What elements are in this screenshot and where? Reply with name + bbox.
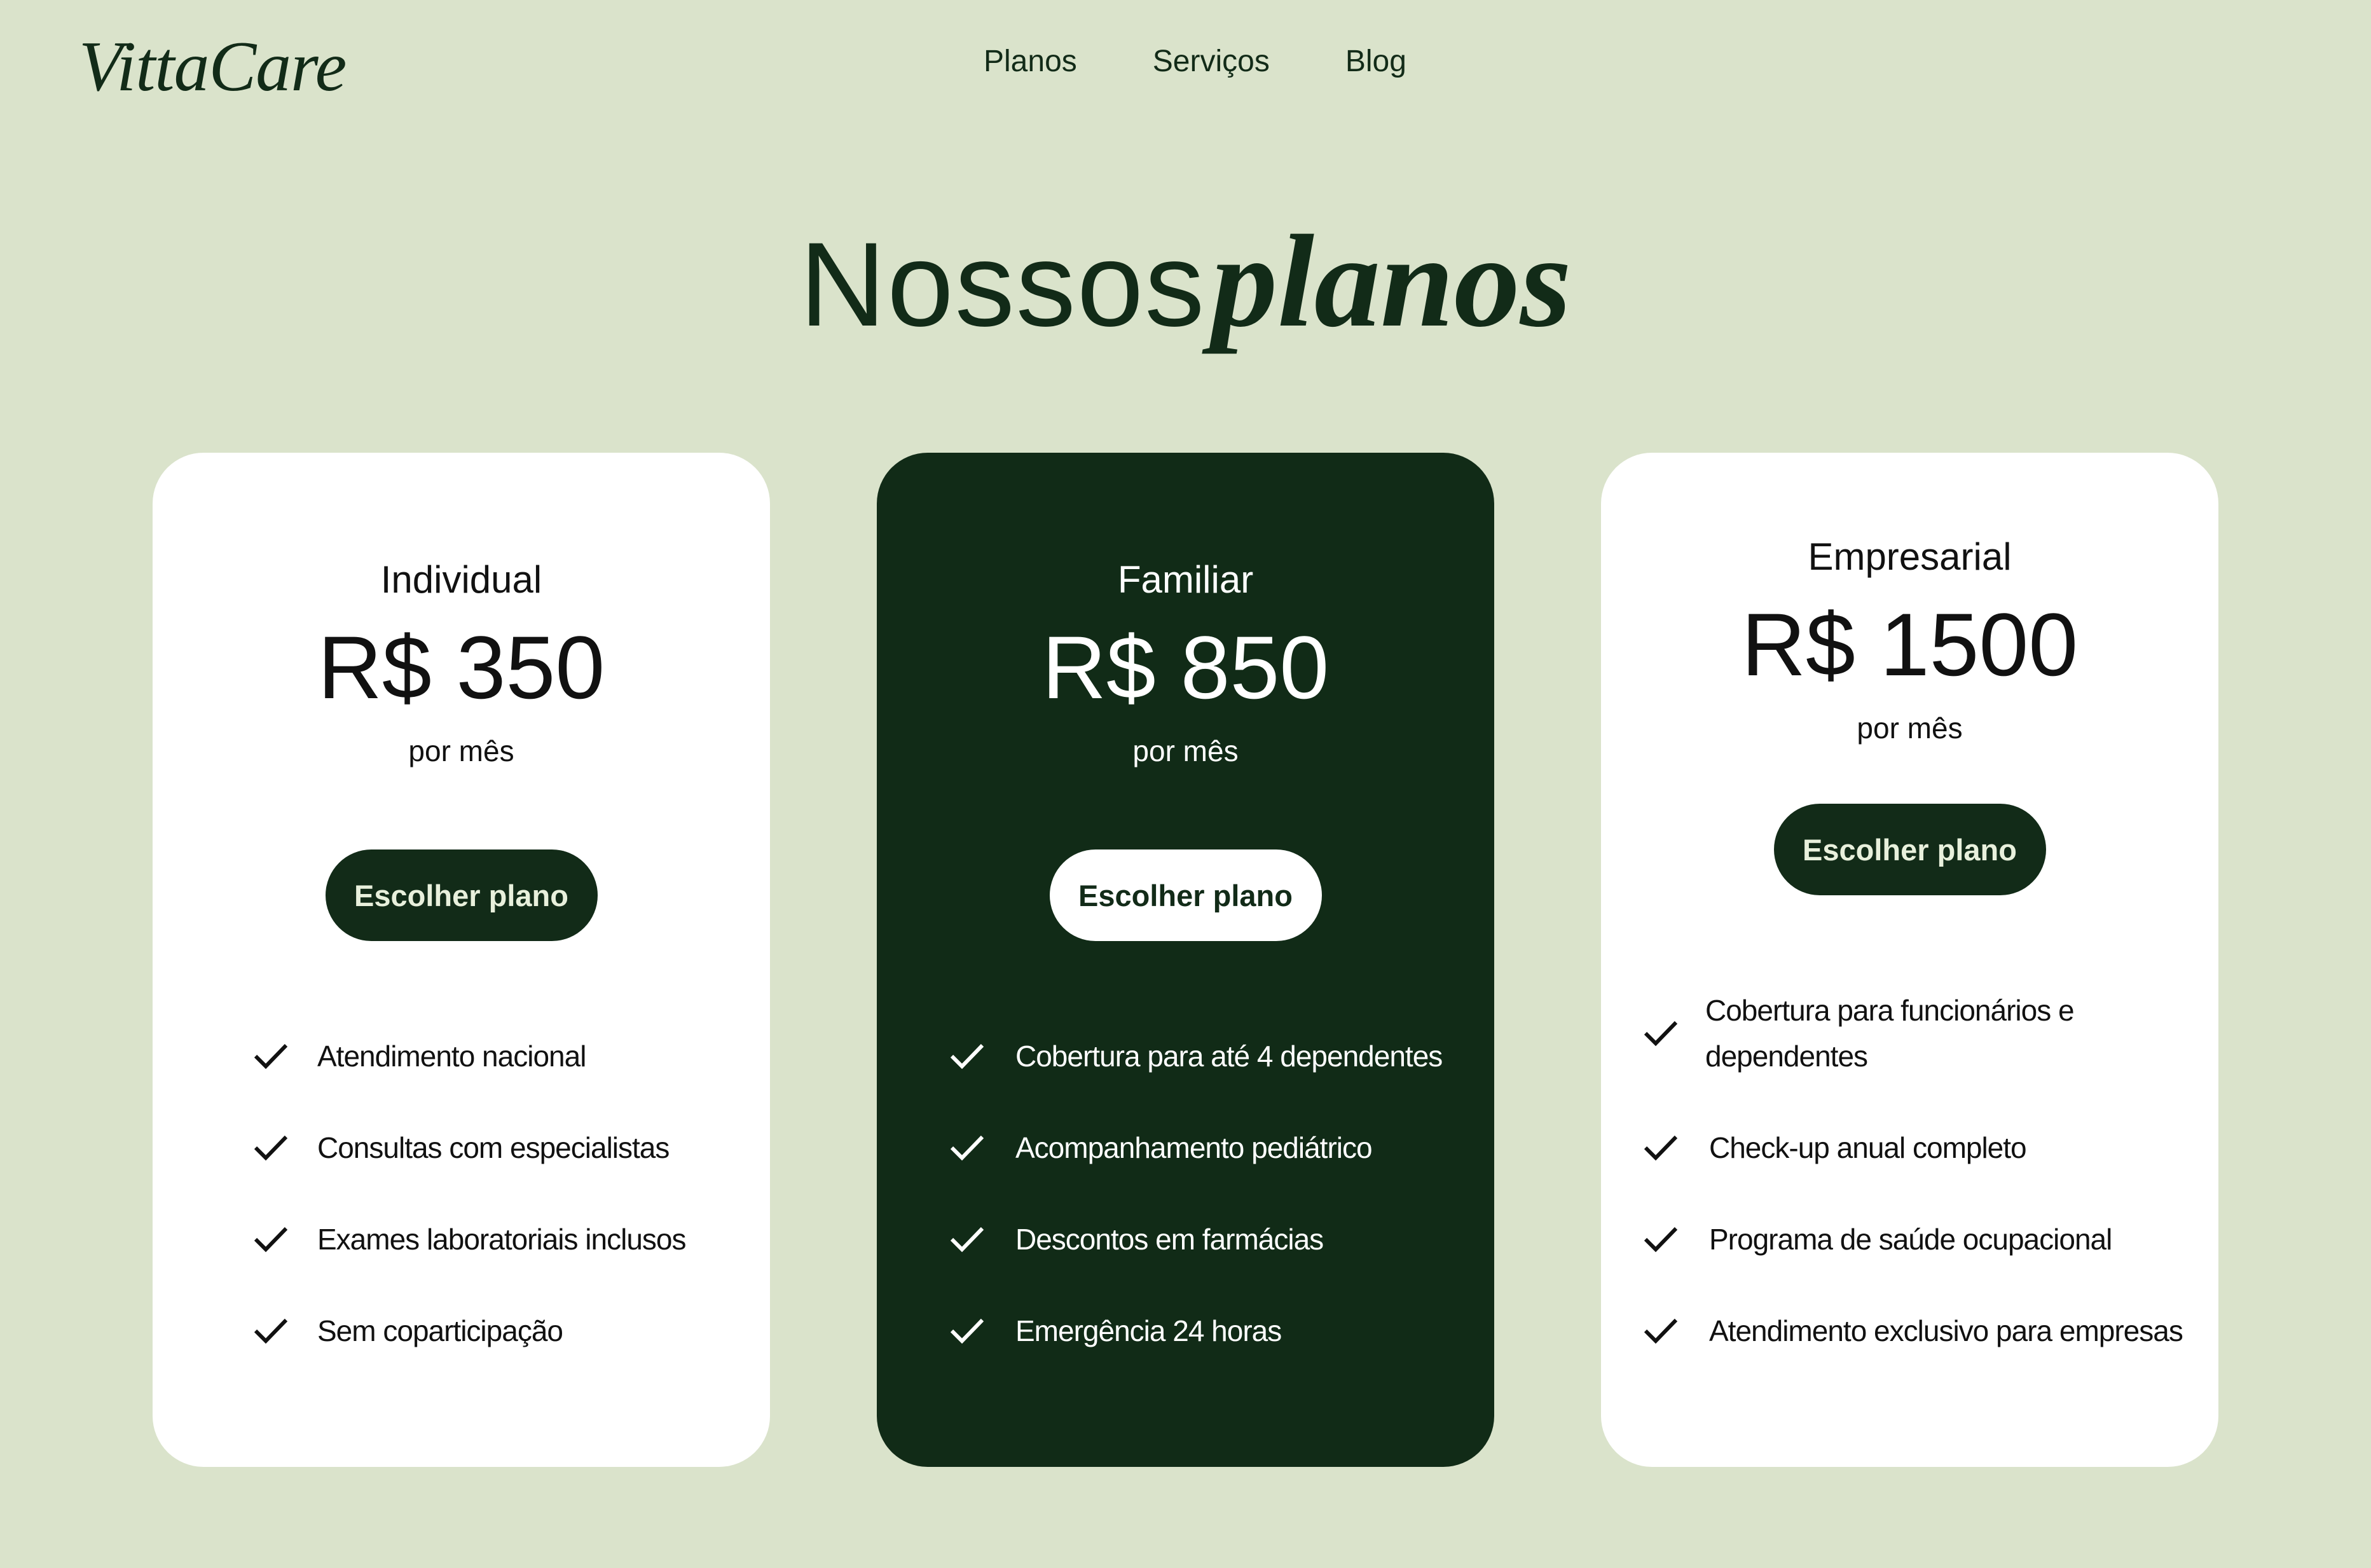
nav-item-servicos[interactable]: Serviços	[1153, 39, 1270, 84]
feature-item: Cobertura para funcionários e dependente…	[1643, 987, 2075, 1079]
feature-text: Consultas com especialistas	[317, 1131, 670, 1164]
check-icon	[253, 1134, 289, 1162]
feature-list: Atendimento nacional Consultas com espec…	[153, 453, 770, 1467]
feature-text: Acompanhamento pediátrico	[1015, 1131, 1373, 1164]
feature-item: Descontos em farmácias	[949, 1216, 1324, 1262]
feature-item: Exames laboratoriais inclusos	[253, 1216, 686, 1262]
feature-text: Programa de saúde ocupacional	[1709, 1223, 2112, 1256]
check-icon	[253, 1225, 289, 1253]
feature-text: Atendimento nacional	[317, 1040, 586, 1073]
feature-list: Cobertura para até 4 dependentes Acompan…	[877, 453, 1494, 1467]
feature-item: Programa de saúde ocupacional	[1643, 1216, 2112, 1262]
feature-text-line: dependentes	[1705, 1040, 1868, 1073]
check-icon	[253, 1042, 289, 1070]
check-icon	[949, 1225, 985, 1253]
page-title-bold: planos	[1211, 208, 1572, 354]
feature-item: Acompanhamento pediátrico	[949, 1125, 1373, 1171]
feature-text: Emergência 24 horas	[1015, 1314, 1282, 1347]
plan-card-individual: Individual R$ 350 por mês Escolher plano…	[153, 453, 770, 1467]
feature-item: Cobertura para até 4 dependentes	[949, 1033, 1443, 1079]
feature-text-line: Cobertura para funcionários e	[1705, 994, 2075, 1027]
feature-list: Cobertura para funcionários e dependente…	[1601, 453, 2218, 1467]
feature-text: Descontos em farmácias	[1015, 1223, 1324, 1256]
feature-item: Atendimento nacional	[253, 1033, 586, 1079]
feature-item: Sem coparticipação	[253, 1308, 563, 1354]
check-icon	[1643, 1225, 1679, 1253]
nav-item-blog[interactable]: Blog	[1345, 39, 1406, 84]
page-title-light: Nossos	[799, 217, 1206, 351]
feature-item: Emergência 24 horas	[949, 1308, 1282, 1354]
check-icon	[1643, 1134, 1679, 1162]
feature-text-multiline: Cobertura para funcionários e dependente…	[1705, 987, 2075, 1079]
feature-text: Atendimento exclusivo para empresas	[1709, 1314, 2183, 1347]
check-icon	[949, 1042, 985, 1070]
main-nav: Planos Serviços Blog	[984, 39, 1406, 84]
feature-text: Cobertura para até 4 dependentes	[1015, 1040, 1443, 1073]
feature-text: Exames laboratoriais inclusos	[317, 1223, 686, 1256]
feature-text: Sem coparticipação	[317, 1314, 563, 1347]
feature-item: Check-up anual completo	[1643, 1125, 2027, 1171]
feature-item: Consultas com especialistas	[253, 1125, 670, 1171]
feature-text: Check-up anual completo	[1709, 1131, 2027, 1164]
page-title: Nossos planos	[0, 202, 2371, 361]
feature-item: Atendimento exclusivo para empresas	[1643, 1308, 2183, 1354]
plan-card-familiar: Familiar R$ 850 por mês Escolher plano C…	[877, 453, 1494, 1467]
check-icon	[253, 1317, 289, 1345]
check-icon	[1643, 1019, 1679, 1047]
check-icon	[1643, 1317, 1679, 1345]
brand-logo[interactable]: VittaCare	[79, 24, 347, 109]
check-icon	[949, 1317, 985, 1345]
nav-item-planos[interactable]: Planos	[984, 39, 1077, 84]
plan-card-empresarial: Empresarial R$ 1500 por mês Escolher pla…	[1601, 453, 2218, 1467]
check-icon	[949, 1134, 985, 1162]
